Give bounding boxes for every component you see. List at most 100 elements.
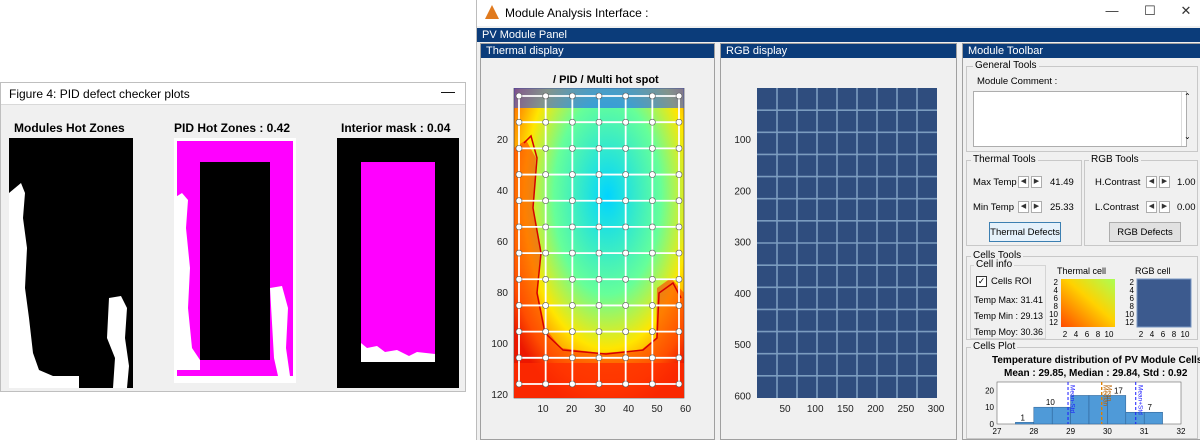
cell-info-group: Cell info ✓ Cells ROI Temp Max: 31.41 Te… [970, 259, 1046, 339]
general-tools-group: General Tools Module Comment : ⌃ ⌄ [966, 60, 1198, 152]
rgb-x-tick: 50 [779, 404, 791, 415]
thermal-tools-group: Thermal Tools Max Temp ◀ ▶ 41.49 Min Tem… [966, 154, 1082, 246]
comment-scrollbar[interactable]: ⌃ ⌄ [1181, 92, 1193, 146]
cells-roi-checkbox[interactable]: ✓ [976, 276, 987, 287]
rgb-image-plot: 100 200 300 400 500 600 50 100 150 200 250 300 [734, 88, 945, 415]
rgb-x-tick: 300 [928, 404, 945, 415]
thermal-display-panel: Thermal display / PID / Multi hot spot 2… [480, 43, 715, 440]
grid-node [675, 249, 683, 257]
temp-min-readout: Temp Min : 29.13 [974, 311, 1044, 321]
l-contrast-decrease-button[interactable]: ◀ [1146, 201, 1157, 213]
grid-node [622, 302, 629, 309]
grid-node [515, 197, 523, 205]
grid-node [595, 249, 603, 257]
grid-node [649, 380, 656, 388]
grid-node [622, 380, 629, 388]
maximize-button[interactable]: ☐ [1135, 3, 1165, 21]
scroll-up-icon[interactable]: ⌃ [1184, 92, 1191, 101]
plot-title-interior-mask: Interior mask : 0.04 [341, 121, 451, 135]
thermal-y-tick: 80 [497, 288, 509, 299]
cells-tools-group: Cells Tools Cell info ✓ Cells ROI Temp M… [966, 250, 1198, 340]
bar-count-label: 10 [1046, 398, 1055, 407]
stat-line-label: Mean-Std [1069, 385, 1076, 414]
max-temp-label: Max Temp [973, 177, 1017, 188]
rgb-defects-button[interactable]: RGB Defects [1109, 222, 1181, 242]
general-tools-title: General Tools [973, 60, 1039, 71]
grid-node [595, 275, 603, 283]
grid-node [542, 145, 549, 152]
scroll-down-icon[interactable]: ⌄ [1184, 132, 1191, 141]
grid-node [542, 92, 549, 100]
grid-node [569, 328, 576, 335]
grid-node [542, 302, 549, 309]
grid-node [542, 171, 549, 178]
grid-node [675, 328, 683, 335]
grid-node [675, 197, 683, 205]
grid-node [569, 302, 576, 309]
pid-hot-zones-plot [174, 138, 296, 383]
rgb-x-tick: 250 [897, 404, 914, 415]
grid-node [622, 171, 629, 178]
bar-count-label: 7 [1147, 403, 1152, 412]
thermal-cell-title: Thermal cell [1057, 266, 1107, 276]
pv-module-panel-header: PV Module Panel [477, 28, 1200, 42]
grid-node [649, 275, 656, 283]
grid-node [569, 171, 576, 178]
grid-node [649, 354, 656, 362]
max-temp-value: 41.49 [1050, 177, 1074, 188]
grid-node [675, 354, 683, 362]
grid-node [515, 380, 523, 388]
grid-node [675, 171, 683, 178]
grid-node [675, 380, 683, 388]
cell-x-tick: 4 [1150, 330, 1155, 339]
max-temp-decrease-button[interactable]: ◀ [1018, 176, 1029, 188]
min-temp-decrease-button[interactable]: ◀ [1018, 201, 1029, 213]
l-contrast-increase-button[interactable]: ▶ [1159, 201, 1170, 213]
interior-mask-plot [337, 138, 459, 388]
max-temp-increase-button[interactable]: ▶ [1031, 176, 1042, 188]
main-titlebar: Module Analysis Interface : — ☐ ✕ [477, 0, 1200, 26]
cell-x-tick: 6 [1161, 330, 1166, 339]
grid-node [569, 275, 576, 283]
thermal-y-tick: 60 [497, 237, 509, 248]
h-contrast-increase-button[interactable]: ▶ [1159, 176, 1170, 188]
histogram-y-tick: 10 [985, 403, 994, 412]
cells-roi-label: Cells ROI [991, 276, 1032, 287]
grid-node [569, 118, 576, 126]
temp-max-readout: Temp Max: 31.41 [974, 295, 1044, 305]
thermal-y-tick: 120 [491, 390, 508, 401]
grid-node [675, 223, 683, 231]
main-window-title: Module Analysis Interface : [505, 6, 649, 20]
minimize-button[interactable]: — [1097, 3, 1127, 21]
thermal-y-tick: 100 [491, 339, 508, 350]
grid-node [515, 354, 523, 362]
grid-node [515, 223, 523, 231]
cell-x-tick: 10 [1105, 330, 1114, 339]
figure-4-minimize-button[interactable]: — [441, 83, 455, 99]
grid-node [595, 302, 603, 309]
cell-x-tick: 8 [1172, 330, 1177, 339]
close-button[interactable]: ✕ [1171, 3, 1200, 21]
h-contrast-decrease-button[interactable]: ◀ [1146, 176, 1157, 188]
module-comment-textbox[interactable] [973, 91, 1187, 147]
grid-node [622, 197, 629, 205]
stat-line-label: Mean+Std [1137, 385, 1144, 415]
grid-node [622, 118, 629, 126]
rgb-tools-title: RGB Tools [1089, 154, 1141, 165]
modules-hot-zones-plot [9, 138, 133, 388]
grid-node [542, 354, 549, 362]
grid-node [649, 197, 656, 205]
min-temp-increase-button[interactable]: ▶ [1031, 201, 1042, 213]
cell-y-tick: 12 [1125, 318, 1134, 327]
grid-node [569, 380, 576, 388]
histogram-x-tick: 30 [1103, 427, 1112, 436]
grid-node [542, 223, 549, 231]
grid-node [649, 328, 656, 335]
rgb-y-tick: 300 [734, 238, 751, 249]
module-toolbar-header: Module Toolbar [963, 44, 1200, 58]
rgb-cell-title: RGB cell [1135, 266, 1171, 276]
grid-node [649, 171, 656, 178]
grid-node [595, 354, 603, 362]
thermal-defects-button[interactable]: Thermal Defects [989, 222, 1061, 242]
histogram-bar [1015, 422, 1035, 425]
